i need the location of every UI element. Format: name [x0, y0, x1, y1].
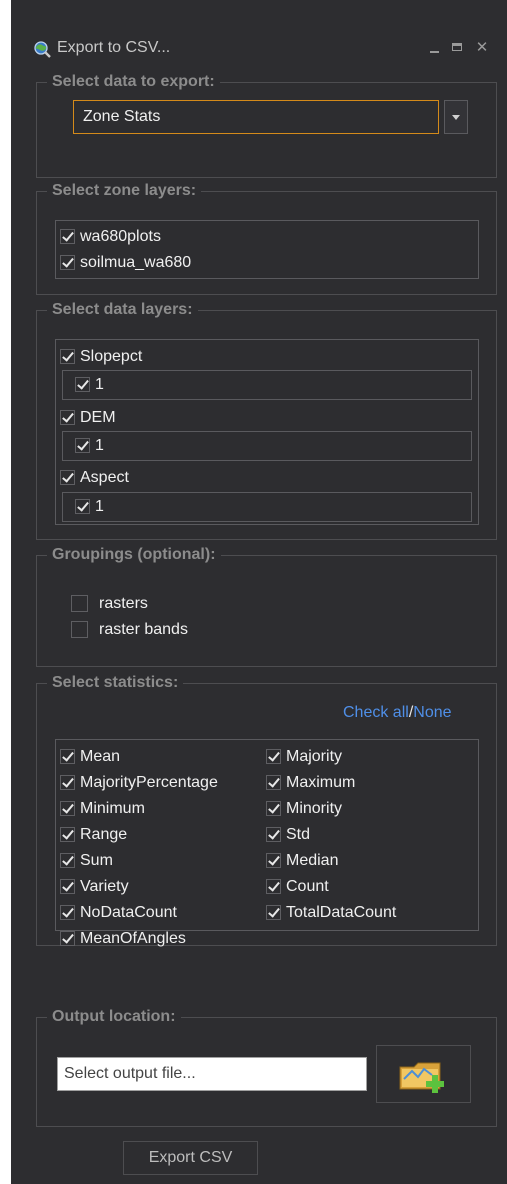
checkbox[interactable]: [266, 801, 281, 816]
browse-output-button[interactable]: [376, 1045, 471, 1103]
stat-label: Mean: [80, 748, 121, 765]
stat-label: Sum: [80, 852, 113, 869]
stat-label: NoDataCount: [80, 904, 177, 921]
band-label: 1: [95, 376, 104, 393]
checkbox[interactable]: [266, 775, 281, 790]
minimize-button[interactable]: [425, 38, 445, 58]
stat-label: Minority: [286, 800, 343, 817]
stat-label: Maximum: [286, 774, 356, 791]
chevron-down-icon[interactable]: [444, 100, 468, 134]
stat-label: TotalDataCount: [286, 904, 397, 921]
checkbox[interactable]: [60, 879, 75, 894]
minimize-icon: [430, 51, 439, 53]
group-legend: Select statistics:: [47, 673, 184, 693]
checkbox[interactable]: [75, 377, 90, 392]
stat-label: Minimum: [80, 800, 145, 817]
zone-layers-list: wa680plots soilmua_wa680: [55, 220, 479, 279]
checkbox[interactable]: [60, 801, 75, 816]
checkbox[interactable]: [60, 255, 75, 270]
group-legend: Select data layers:: [47, 300, 198, 320]
magnifier-globe-icon: [34, 41, 51, 58]
checkbox[interactable]: [60, 410, 75, 425]
stat-label: MeanOfAngles: [80, 930, 186, 947]
groupings-group: Groupings (optional): rasters raster ban…: [36, 545, 497, 667]
group-legend: Groupings (optional):: [47, 545, 221, 565]
checkbox[interactable]: [75, 499, 90, 514]
checkbox[interactable]: [60, 349, 75, 364]
stat-label: Majority: [286, 748, 343, 765]
data-layer-label: Slopepct: [80, 348, 143, 365]
checkbox[interactable]: [60, 931, 75, 946]
checkbox[interactable]: [60, 470, 75, 485]
close-icon: ✕: [475, 39, 489, 56]
checkbox[interactable]: [266, 827, 281, 842]
output-location-group: Output location:: [36, 1007, 497, 1127]
checkbox[interactable]: [75, 438, 90, 453]
window-title: Export to CSV...: [57, 39, 171, 56]
checkbox[interactable]: [266, 749, 281, 764]
maximize-button[interactable]: [448, 38, 468, 58]
checkbox[interactable]: [266, 879, 281, 894]
zone-layer-label: wa680plots: [80, 228, 161, 245]
stat-label: Count: [286, 878, 329, 895]
stat-label: MajorityPercentage: [80, 774, 218, 791]
checkbox[interactable]: [60, 775, 75, 790]
group-legend: Select data to export:: [47, 72, 220, 92]
grouping-label: raster bands: [99, 621, 188, 638]
check-none-link[interactable]: None: [413, 704, 451, 721]
statistics-group: Select statistics: Check all/None Mean M…: [36, 673, 497, 947]
export-csv-window: Export to CSV... ✕ Select data to export…: [11, 0, 507, 1184]
data-type-select[interactable]: Zone Stats: [73, 100, 439, 134]
band-label: 1: [95, 437, 104, 454]
zone-layers-group: Select zone layers: wa680plots soilmua_w…: [36, 181, 497, 295]
checkbox[interactable]: [60, 229, 75, 244]
title-bar[interactable]: Export to CSV... ✕: [11, 36, 507, 64]
checkbox[interactable]: [60, 749, 75, 764]
checkbox[interactable]: [60, 853, 75, 868]
check-all-none: Check all/None: [343, 704, 452, 722]
grouping-label: rasters: [99, 595, 148, 612]
output-file-input[interactable]: [57, 1057, 367, 1091]
checkbox[interactable]: [60, 827, 75, 842]
close-button[interactable]: ✕: [472, 38, 492, 58]
stat-label: Variety: [80, 878, 129, 895]
data-layer-label: DEM: [80, 409, 116, 426]
zone-layer-label: soilmua_wa680: [80, 254, 192, 271]
group-legend: Output location:: [47, 1007, 181, 1027]
statistics-list: Mean MajorityPercentage Minimum Range Su…: [55, 739, 479, 947]
band-label: 1: [95, 498, 104, 515]
folder-add-icon: [399, 1062, 444, 1093]
check-all-link[interactable]: Check all: [343, 704, 409, 721]
maximize-icon: [452, 43, 462, 51]
data-export-group: Select data to export: Zone Stats: [36, 72, 497, 178]
band-list: 1: [62, 492, 472, 522]
stat-label: Std: [286, 826, 311, 843]
checkbox[interactable]: [71, 595, 88, 612]
data-layer-label: Aspect: [80, 469, 129, 486]
checkbox[interactable]: [266, 853, 281, 868]
stat-label: Range: [80, 826, 128, 843]
checkbox[interactable]: [71, 621, 88, 638]
checkbox[interactable]: [60, 905, 75, 920]
export-csv-button[interactable]: Export CSV: [123, 1141, 258, 1175]
band-list: 1: [62, 370, 472, 400]
data-layers-group: Select data layers: Slopepct 1 DEM 1 Asp…: [36, 300, 497, 540]
checkbox[interactable]: [266, 905, 281, 920]
data-layers-list: Slopepct 1 DEM 1 Aspect 1: [55, 339, 479, 525]
group-legend: Select zone layers:: [47, 181, 202, 201]
band-list: 1: [62, 431, 472, 461]
stat-label: Median: [286, 852, 339, 869]
